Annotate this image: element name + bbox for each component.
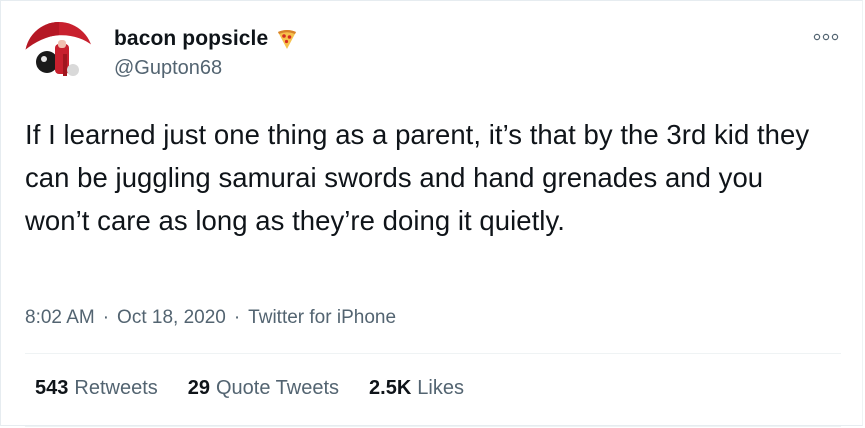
divider xyxy=(25,426,841,427)
pizza-icon xyxy=(276,28,298,50)
more-options-button[interactable] xyxy=(811,25,841,49)
author-name-row: bacon popsicle xyxy=(114,27,298,51)
meta-separator: · xyxy=(102,307,110,328)
likes-label: Likes xyxy=(417,377,464,399)
avatar[interactable] xyxy=(25,22,93,90)
meta-separator: · xyxy=(233,307,241,328)
tweet-text: If I learned just one thing as a parent,… xyxy=(25,119,810,236)
author-handle[interactable]: @Gupton68 xyxy=(114,57,222,80)
retweets-stat[interactable]: 543 Retweets xyxy=(35,377,158,400)
tweet-date[interactable]: Oct 18, 2020 xyxy=(117,307,226,329)
engagement-stats: 543 Retweets 29 Quote Tweets 2.5K Likes xyxy=(35,377,464,400)
tweet-card: bacon popsicle @Gupton68 If I learned ju… xyxy=(0,0,863,427)
retweets-label: Retweets xyxy=(74,377,158,399)
tweet-source[interactable]: Twitter for iPhone xyxy=(248,307,396,329)
retweets-count: 543 xyxy=(35,377,69,399)
quote-tweets-label: Quote Tweets xyxy=(216,377,340,399)
display-name[interactable]: bacon popsicle xyxy=(114,27,268,51)
likes-count: 2.5K xyxy=(369,377,412,399)
quote-tweets-count: 29 xyxy=(187,377,210,399)
avatar-image xyxy=(25,22,93,90)
divider xyxy=(25,353,841,354)
tweet-time[interactable]: 8:02 AM xyxy=(25,307,95,329)
quote-tweets-stat[interactable]: 29 Quote Tweets xyxy=(188,377,339,400)
likes-stat[interactable]: 2.5K Likes xyxy=(369,377,464,400)
more-icon xyxy=(813,33,839,41)
tweet-meta: 8:02 AM · Oct 18, 2020 · Twitter for iPh… xyxy=(25,307,396,329)
